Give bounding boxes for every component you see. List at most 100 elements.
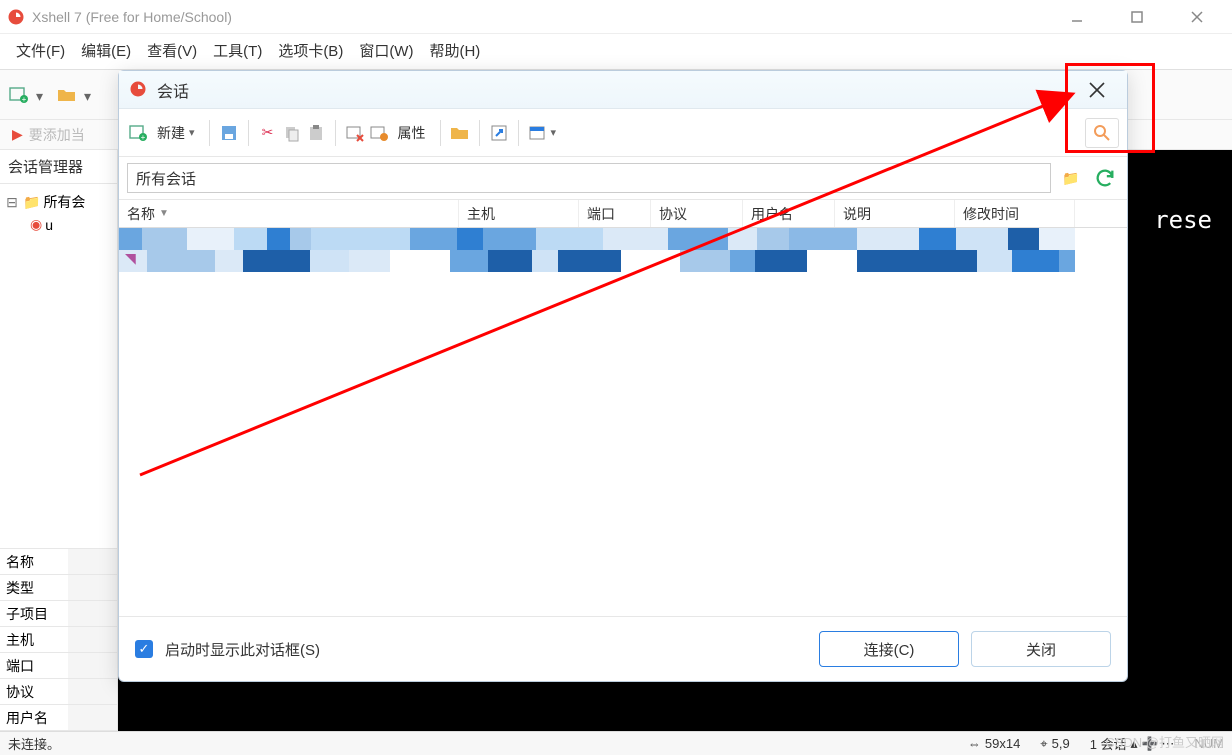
tree-root-label: 所有会 xyxy=(43,192,85,212)
menu-item[interactable]: 查看(V) xyxy=(141,38,203,63)
refresh-icon[interactable] xyxy=(1091,164,1119,192)
new-session-icon[interactable]: + xyxy=(127,122,149,144)
path-input[interactable] xyxy=(127,163,1051,193)
property-value xyxy=(68,705,117,730)
status-bar: 未连接。 ⇔ 59x14 ⌖ 5,9 1 会话 ▴ ➕ ⋯ NUM xyxy=(0,731,1232,755)
selected-indicator-icon: ◥ xyxy=(125,250,136,267)
property-label: 协议 xyxy=(0,682,68,702)
window-title: Xshell 7 (Free for Home/School) xyxy=(32,9,1058,25)
copy-icon[interactable] xyxy=(281,122,303,144)
property-row: 端口 xyxy=(0,653,117,679)
tree-child[interactable]: ◉ u xyxy=(2,214,115,235)
search-button[interactable] xyxy=(1085,118,1119,148)
property-label: 名称 xyxy=(0,552,68,572)
dialog-title: 会话 xyxy=(157,78,189,102)
status-cursor: ⌖ 5,9 xyxy=(1040,736,1069,752)
dialog-close-button[interactable] xyxy=(1077,75,1117,105)
dialog-title-bar: 会话 xyxy=(119,71,1127,109)
delete-icon[interactable] xyxy=(344,122,366,144)
tree-root[interactable]: ⊟ 📁 所有会 xyxy=(2,190,115,214)
view-icon[interactable] xyxy=(527,122,549,144)
dialog-close-btn[interactable]: 关闭 xyxy=(971,631,1111,667)
session-list[interactable]: 名称▼主机端口协议用户名说明修改时间 ◥ xyxy=(119,200,1127,616)
tip-label: 要添加当 xyxy=(29,125,85,145)
tree-child-label: u xyxy=(45,217,53,233)
column-header[interactable]: 主机 xyxy=(459,200,579,227)
flag-icon: ▶ xyxy=(12,126,23,143)
paste-icon[interactable] xyxy=(305,122,327,144)
dropdown-icon[interactable]: ▾ xyxy=(84,88,98,102)
dialog-path-bar: 📁 xyxy=(119,157,1127,200)
list-item[interactable] xyxy=(119,228,1127,250)
connect-button[interactable]: 连接(C) xyxy=(819,631,959,667)
close-button[interactable] xyxy=(1178,3,1216,31)
panel-title: 会话管理器 xyxy=(0,150,117,184)
property-value xyxy=(68,627,117,652)
show-on-startup-label: 启动时显示此对话框(S) xyxy=(165,639,320,660)
property-grid: 名称类型子项目主机端口协议用户名 xyxy=(0,548,117,731)
column-header[interactable]: 修改时间 xyxy=(955,200,1075,227)
window-controls xyxy=(1058,3,1216,31)
show-on-startup-checkbox[interactable]: ✓ xyxy=(135,640,153,658)
property-label: 用户名 xyxy=(0,708,68,728)
minimize-button[interactable] xyxy=(1058,3,1096,31)
property-row: 用户名 xyxy=(0,705,117,731)
property-value xyxy=(68,575,117,600)
sort-icon: ▼ xyxy=(159,208,169,219)
collapse-icon[interactable]: ⊟ xyxy=(4,194,20,210)
new-button[interactable]: 新建 ▾ xyxy=(151,121,201,145)
list-header: 名称▼主机端口协议用户名说明修改时间 xyxy=(119,200,1127,228)
menu-item[interactable]: 文件(F) xyxy=(10,38,71,63)
dropdown-icon[interactable]: ▾ xyxy=(36,88,50,102)
maximize-button[interactable] xyxy=(1118,3,1156,31)
svg-text:+: + xyxy=(22,95,27,104)
property-value xyxy=(68,549,117,574)
status-connection: 未连接。 xyxy=(8,734,60,753)
browse-folder-icon[interactable] xyxy=(449,122,471,144)
new-tab-icon[interactable]: + xyxy=(8,84,30,106)
svg-text:+: + xyxy=(141,133,146,142)
session-icon: ◉ xyxy=(30,216,42,233)
dialog-footer: ✓ 启动时显示此对话框(S) 连接(C) 关闭 xyxy=(119,616,1127,681)
property-label: 类型 xyxy=(0,578,68,598)
folder-up-icon[interactable]: 📁 xyxy=(1057,164,1085,192)
cut-icon[interactable]: ✂ xyxy=(257,122,279,144)
dialog-toolbar: + 新建 ▾ ✂ 属性 ▾ xyxy=(119,109,1127,157)
column-header[interactable]: 协议 xyxy=(651,200,743,227)
dropdown-icon[interactable]: ▾ xyxy=(551,126,557,139)
property-value xyxy=(68,601,117,626)
link-icon[interactable] xyxy=(488,122,510,144)
open-folder-icon[interactable] xyxy=(56,84,78,106)
column-header[interactable]: 名称▼ xyxy=(119,200,459,227)
properties-button[interactable]: 属性 xyxy=(392,121,432,145)
session-manager-panel: 会话管理器 ⊟ 📁 所有会 ◉ u 名称类型子项目主机端口协议用户名 xyxy=(0,150,118,731)
column-header[interactable]: 用户名 xyxy=(743,200,835,227)
dialog-icon xyxy=(129,80,149,100)
property-row: 名称 xyxy=(0,549,117,575)
list-item[interactable] xyxy=(119,250,1127,272)
title-bar: Xshell 7 (Free for Home/School) xyxy=(0,0,1232,34)
column-header[interactable]: 端口 xyxy=(579,200,651,227)
list-body: ◥ xyxy=(119,228,1127,272)
menu-item[interactable]: 编辑(E) xyxy=(75,38,137,63)
menu-bar: 文件(F)编辑(E)查看(V)工具(T)选项卡(B)窗口(W)帮助(H) xyxy=(0,34,1232,70)
properties-icon[interactable] xyxy=(368,122,390,144)
property-row: 子项目 xyxy=(0,601,117,627)
status-size: ⇔ 59x14 xyxy=(968,736,1020,751)
property-row: 主机 xyxy=(0,627,117,653)
menu-item[interactable]: 选项卡(B) xyxy=(272,38,349,63)
menu-item[interactable]: 帮助(H) xyxy=(423,38,486,63)
menu-item[interactable]: 窗口(W) xyxy=(353,38,419,63)
property-value xyxy=(68,679,117,704)
property-value xyxy=(68,653,117,678)
save-icon[interactable] xyxy=(218,122,240,144)
property-label: 子项目 xyxy=(0,604,68,624)
menu-item[interactable]: 工具(T) xyxy=(207,38,268,63)
property-row: 协议 xyxy=(0,679,117,705)
session-tree[interactable]: ⊟ 📁 所有会 ◉ u xyxy=(0,184,117,548)
watermark: CSDN @打鱼又晒网 xyxy=(1105,732,1224,751)
column-header[interactable]: 说明 xyxy=(835,200,955,227)
property-label: 端口 xyxy=(0,656,68,676)
terminal-text: rese xyxy=(1154,206,1212,234)
property-row: 类型 xyxy=(0,575,117,601)
